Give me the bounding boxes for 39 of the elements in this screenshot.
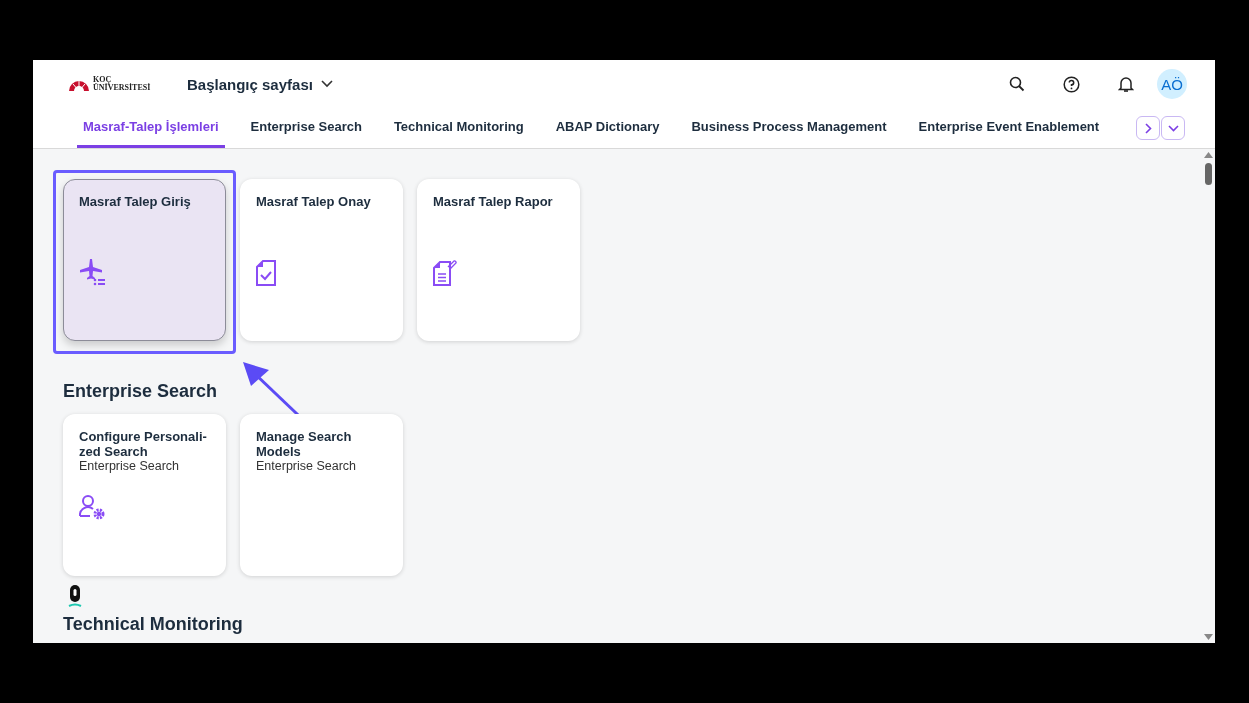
- tab[interactable]: Enterprise Search: [244, 108, 368, 148]
- tile-title: Masraf Talep Rapor: [433, 194, 554, 209]
- tab[interactable]: ABAP Dictionary: [549, 108, 666, 148]
- app-tile[interactable]: Configure Personali-zed Search Enterprise Search: [63, 414, 226, 576]
- tile-title: Masraf Talep Onay: [256, 194, 372, 209]
- search-icon[interactable]: [1009, 76, 1025, 92]
- user-settings-icon: [79, 495, 106, 521]
- page-title-dropdown[interactable]: Başlangıç sayfası: [187, 75, 333, 93]
- scroll-up-icon[interactable]: [1204, 152, 1213, 158]
- scroll-down-icon[interactable]: [1204, 634, 1213, 640]
- document-clip-icon: [433, 259, 457, 286]
- plane-icon: [79, 258, 107, 286]
- cursor-badge-icon: [67, 584, 83, 610]
- tab[interactable]: Technical Monitoring: [387, 108, 530, 148]
- help-icon[interactable]: [1063, 75, 1080, 93]
- chevron-down-icon: [320, 80, 333, 88]
- app-tile[interactable]: Manage Search Models Enterprise Search: [240, 414, 403, 576]
- logo-text: ÜNİVERSİTESİ: [93, 84, 151, 92]
- tile-subtitle: Enterprise Search: [79, 459, 181, 474]
- logo-text: KOÇ: [93, 76, 112, 84]
- tile-title: Masraf Talep Giriş: [79, 194, 192, 209]
- scrollbar-thumb[interactable]: [1205, 163, 1212, 185]
- section-title: Technical Monitoring: [63, 614, 244, 635]
- bell-icon[interactable]: [1118, 75, 1134, 93]
- app-tile[interactable]: Masraf Talep Giriş: [63, 179, 226, 341]
- user-avatar[interactable]: AÖ: [1157, 69, 1187, 99]
- section-title: Enterprise Search: [63, 381, 219, 402]
- tile-title: Configure Personali-zed Search: [79, 429, 208, 459]
- tile-title: Manage Search Models: [256, 429, 353, 459]
- chevron-down-icon: [1167, 124, 1179, 132]
- app-tile[interactable]: Masraf Talep Onay: [240, 179, 403, 341]
- overflow-button[interactable]: [1161, 116, 1185, 140]
- scroll-right-button[interactable]: [1136, 116, 1160, 140]
- tile-subtitle: Enterprise Search: [256, 459, 358, 474]
- app-tile[interactable]: Masraf Talep Rapor: [417, 179, 580, 341]
- tab[interactable]: Business Process Management: [685, 108, 893, 148]
- document-check-icon: [256, 260, 276, 286]
- chevron-right-icon: [1144, 122, 1152, 134]
- tab[interactable]: Enterprise Event Enablement: [912, 108, 1106, 148]
